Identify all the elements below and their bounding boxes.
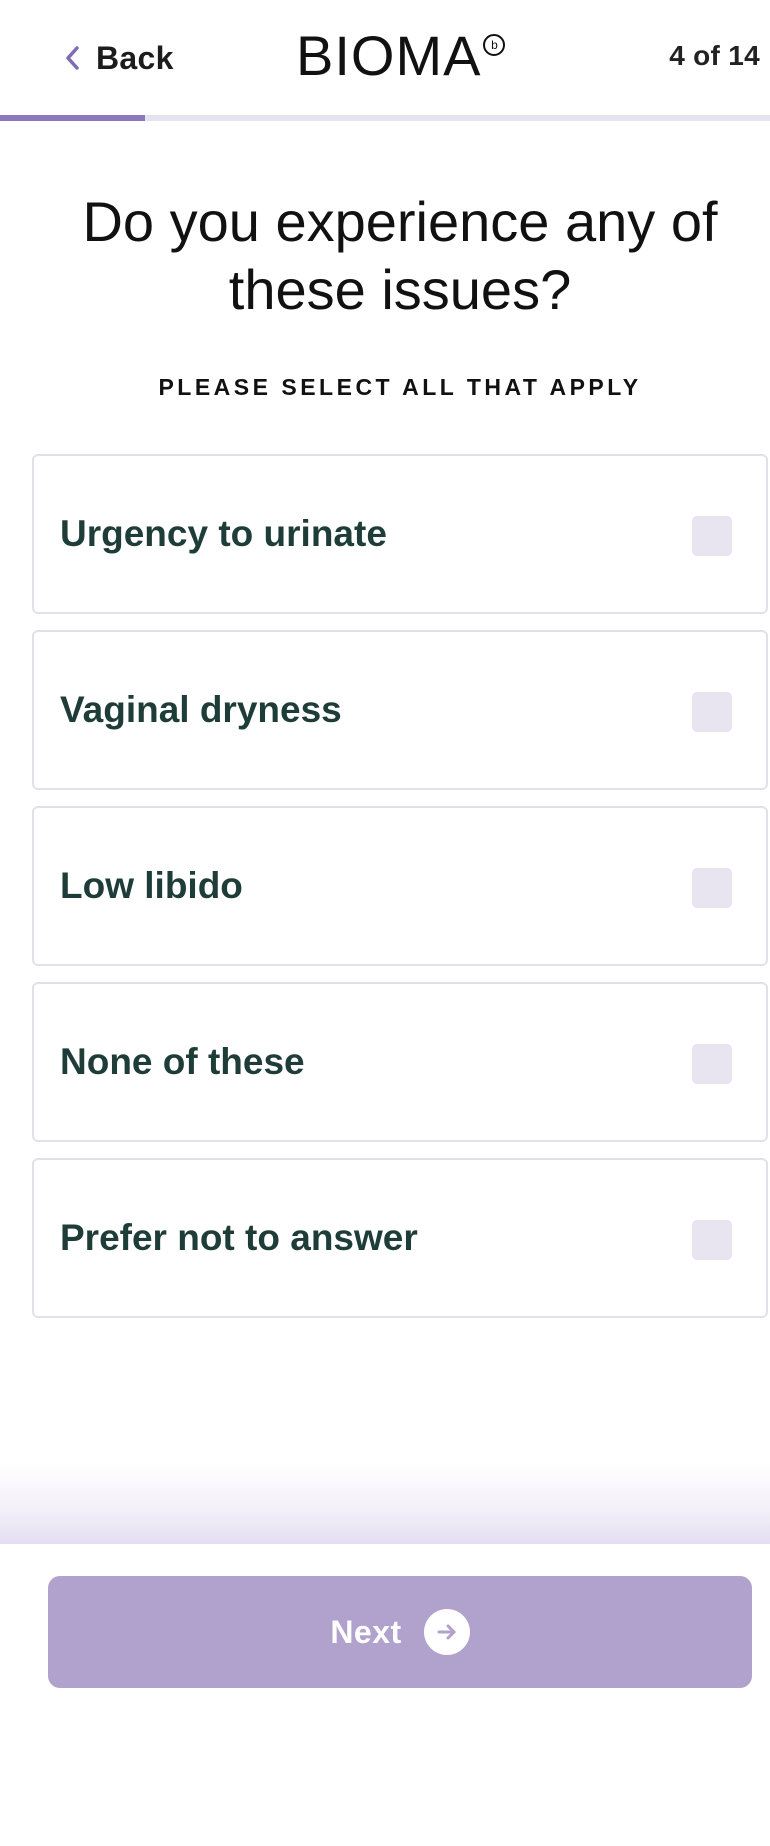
question-instruction: PLEASE SELECT ALL THAT APPLY <box>158 374 642 400</box>
options-list: Urgency to urinate Vaginal dryness Low l… <box>32 454 768 1334</box>
progress-bar <box>0 115 770 121</box>
checkbox[interactable] <box>692 868 732 908</box>
next-label: Next <box>330 1613 402 1650</box>
chevron-left-icon <box>66 46 79 70</box>
option-vaginal-dryness[interactable]: Vaginal dryness <box>32 630 768 790</box>
progress-fill <box>0 115 146 121</box>
checkbox[interactable] <box>692 692 732 732</box>
option-label: None of these <box>60 1041 305 1082</box>
option-label: Urgency to urinate <box>60 513 387 554</box>
option-prefer-not-to-answer[interactable]: Prefer not to answer <box>32 1158 768 1318</box>
next-button[interactable]: Next <box>48 1576 752 1688</box>
option-none-of-these[interactable]: None of these <box>32 982 768 1142</box>
checkbox[interactable] <box>692 1220 732 1260</box>
logo-text: BIOMA <box>296 24 482 87</box>
question-title: Do you experience any of these issues? <box>82 190 718 321</box>
checkbox[interactable] <box>692 1044 732 1084</box>
option-label: Prefer not to answer <box>60 1217 418 1258</box>
footer: Next <box>0 1544 770 1846</box>
header: Back BIOMA b 4 of 14 <box>0 0 770 121</box>
option-low-libido[interactable]: Low libido <box>32 806 768 966</box>
logo: BIOMA b <box>296 24 506 87</box>
arrow-right-circle-icon <box>423 1609 470 1655</box>
option-urgency-to-urinate[interactable]: Urgency to urinate <box>32 454 768 614</box>
step-counter: 4 of 14 <box>669 40 760 71</box>
back-label: Back <box>96 39 174 76</box>
logo-mark: b <box>483 34 506 56</box>
checkbox[interactable] <box>692 516 732 556</box>
footer-fade <box>0 1462 770 1544</box>
option-label: Low libido <box>60 865 243 906</box>
back-button[interactable]: Back <box>64 34 174 82</box>
option-label: Vaginal dryness <box>60 689 342 730</box>
